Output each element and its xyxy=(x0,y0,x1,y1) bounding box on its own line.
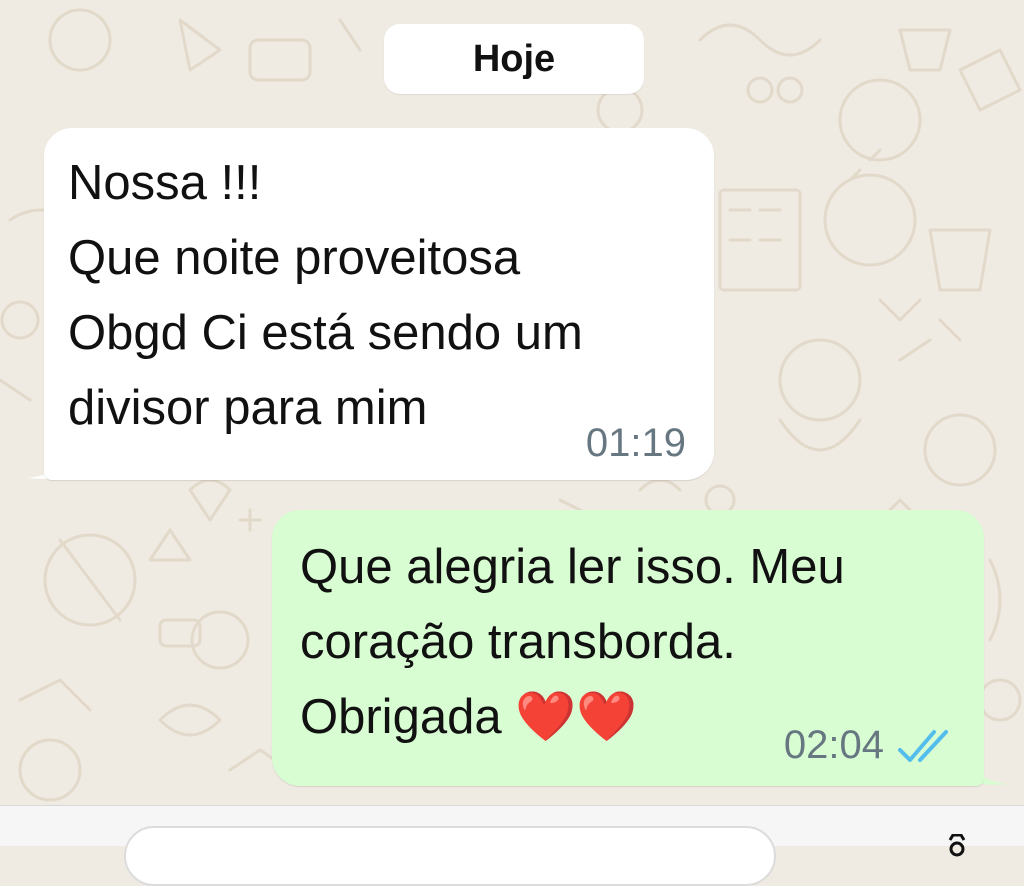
message-line-text: Obrigada xyxy=(300,690,516,744)
message-line: coração transborda. xyxy=(300,615,736,669)
camera-icon[interactable] xyxy=(940,834,974,858)
message-composer xyxy=(0,805,1024,886)
message-line: divisor para mim xyxy=(68,381,428,435)
outgoing-message-text: Que alegria ler isso. Meu coração transb… xyxy=(300,530,845,755)
message-line: Que alegria ler isso. Meu xyxy=(300,540,845,594)
outgoing-message-time: 02:04 xyxy=(783,723,884,767)
message-line: Nossa !!! xyxy=(68,156,262,210)
incoming-message-bubble[interactable]: Nossa !!! Que noite proveitosa Obgd Ci e… xyxy=(44,128,714,480)
incoming-message-text: Nossa !!! Que noite proveitosa Obgd Ci e… xyxy=(68,146,583,446)
double-check-read-icon xyxy=(898,730,948,762)
message-line: Que noite proveitosa xyxy=(68,231,521,285)
message-input[interactable] xyxy=(124,826,776,886)
outgoing-message-bubble[interactable]: Que alegria ler isso. Meu coração transb… xyxy=(272,510,984,786)
message-line: Obrigada ❤️❤️ xyxy=(300,680,845,755)
date-divider: Hoje xyxy=(384,24,644,94)
message-line: Obgd Ci está sendo um xyxy=(68,306,583,360)
red-heart-emoji: ❤️❤️ xyxy=(515,690,638,744)
date-divider-label: Hoje xyxy=(472,37,556,80)
incoming-message-time: 01:19 xyxy=(585,421,686,465)
